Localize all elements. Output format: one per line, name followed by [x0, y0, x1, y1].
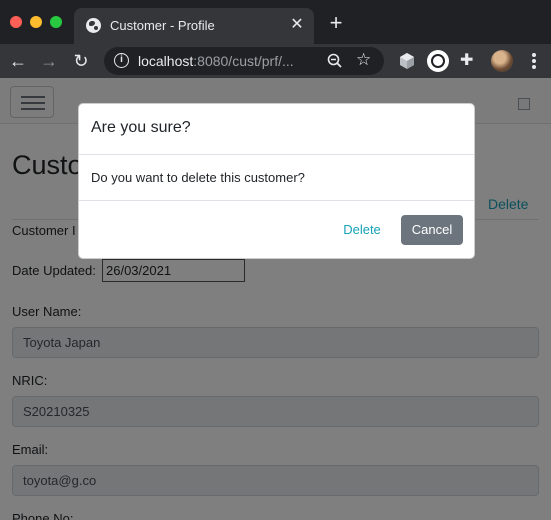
cancel-button[interactable]: Cancel — [401, 215, 463, 245]
minimize-window-button[interactable] — [30, 16, 42, 28]
globe-icon — [86, 18, 101, 33]
extension-cube-icon[interactable] — [397, 51, 417, 71]
maximize-window-button[interactable] — [50, 16, 62, 28]
info-icon[interactable]: i — [114, 53, 129, 68]
modal-title: Are you sure? — [91, 119, 191, 136]
browser-tab[interactable]: Customer - Profile ✕ — [74, 8, 314, 44]
confirm-delete-button[interactable]: Delete — [332, 215, 392, 245]
reload-icon[interactable]: ↻ — [70, 50, 92, 72]
extensions-puzzle-icon[interactable]: ✚ — [460, 51, 480, 71]
address-bar[interactable]: i localhost:8080/cust/prf/... ☆ — [104, 47, 384, 75]
modal-body-text: Do you want to delete this customer? — [91, 170, 305, 185]
zoom-out-icon[interactable] — [326, 52, 344, 70]
url-host: localhost — [138, 53, 194, 69]
url-text[interactable]: localhost:8080/cust/prf/... — [138, 53, 294, 69]
confirm-delete-modal: Are you sure? Do you want to delete this… — [78, 103, 475, 259]
bookmark-star-icon[interactable]: ☆ — [356, 50, 371, 70]
tab-title: Customer - Profile — [110, 18, 215, 33]
modal-header: Are you sure? — [79, 104, 474, 155]
profile-avatar[interactable] — [491, 50, 513, 72]
forward-arrow-icon[interactable]: → — [38, 50, 60, 72]
back-arrow-icon[interactable]: ← — [7, 50, 29, 72]
browser-titlebar: Customer - Profile ✕ + — [0, 0, 551, 44]
sync-extension-icon[interactable] — [427, 50, 449, 72]
browser-menu-icon[interactable] — [528, 51, 540, 71]
url-path: :8080/cust/prf/... — [193, 53, 294, 69]
close-window-button[interactable] — [10, 16, 22, 28]
tab-close-icon[interactable]: ✕ — [288, 15, 306, 35]
new-tab-button[interactable]: + — [326, 12, 346, 34]
browser-toolbar: ← → ↻ i localhost:8080/cust/prf/... ☆ ✚ — [0, 44, 551, 78]
